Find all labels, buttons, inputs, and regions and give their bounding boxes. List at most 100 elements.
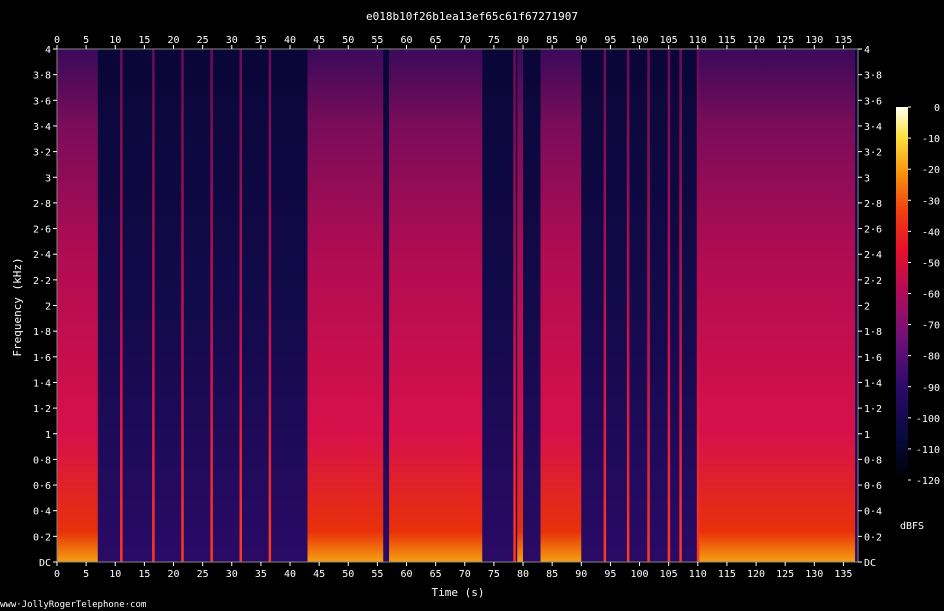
y-tick-label-right: 4 bbox=[864, 45, 870, 56]
colorbar-tick-label: -70 bbox=[922, 321, 940, 332]
y-tick-label-right: 1 bbox=[864, 430, 870, 441]
y-tick-label-left: 3·6 bbox=[33, 96, 51, 107]
transient-line bbox=[152, 49, 155, 562]
x-tick-label-top: 50 bbox=[342, 35, 354, 46]
x-tick-label-top: 75 bbox=[488, 35, 500, 46]
transient-line bbox=[667, 49, 671, 562]
x-tick-label-bottom: 75 bbox=[488, 569, 500, 580]
y-tick-label-left: 1·8 bbox=[33, 327, 51, 338]
transient-line bbox=[268, 49, 272, 562]
y-tick-label-left: 3·4 bbox=[33, 122, 51, 133]
x-tick-label-top: 55 bbox=[371, 35, 383, 46]
colorbar-tick-label: -100 bbox=[916, 414, 940, 425]
transient-line bbox=[239, 49, 243, 562]
x-tick-label-bottom: 30 bbox=[226, 569, 238, 580]
x-tick-label-top: 65 bbox=[430, 35, 442, 46]
y-tick-label-right: 1·2 bbox=[864, 404, 882, 415]
y-tick-label-left: 2·8 bbox=[33, 199, 51, 210]
y-tick-label-right: DC bbox=[864, 558, 876, 569]
y-tick-label-right: 0·4 bbox=[864, 507, 882, 518]
colorbar-tick-label: 0 bbox=[934, 103, 940, 114]
x-tick-label-bottom: 115 bbox=[718, 569, 736, 580]
x-tick-label-bottom: 130 bbox=[805, 569, 823, 580]
x-tick-label-top: 100 bbox=[631, 35, 649, 46]
colorbar-tick-label: -80 bbox=[922, 352, 940, 363]
x-tick-label-top: 35 bbox=[255, 35, 267, 46]
y-tick-label-left: 2·2 bbox=[33, 276, 51, 287]
x-tick-label-top: 70 bbox=[459, 35, 471, 46]
y-tick-label-left: DC bbox=[39, 558, 51, 569]
x-tick-label-bottom: 65 bbox=[430, 569, 442, 580]
x-tick-label-bottom: 95 bbox=[604, 569, 616, 580]
y-tick-label-left: 3·2 bbox=[33, 148, 51, 159]
x-tick-label-top: 130 bbox=[805, 35, 823, 46]
y-tick-label-right: 3·2 bbox=[864, 148, 882, 159]
colorbar-gradient bbox=[896, 107, 908, 480]
y-axis-left: DC 0·2 0·4 0·6 0·8 1 1·2 1·4 1·6 1·8 2 2·2 2·4 2·6 2·8… bbox=[33, 45, 57, 569]
x-tick-label-top: 115 bbox=[718, 35, 736, 46]
chart-title: e018b10f26b1ea13ef65c61f67271907 bbox=[366, 10, 578, 23]
y-tick-label-left: 2 bbox=[45, 302, 51, 313]
x-tick-label-top: 40 bbox=[284, 35, 296, 46]
signal-segment bbox=[517, 49, 524, 562]
colorbar-tick-label: -20 bbox=[922, 165, 940, 176]
x-tick-label-bottom: 110 bbox=[689, 569, 707, 580]
x-tick-label-top: 135 bbox=[834, 35, 852, 46]
x-tick-label-bottom: 10 bbox=[109, 569, 121, 580]
transient-line bbox=[513, 49, 516, 562]
x-tick-label-bottom: 25 bbox=[197, 569, 209, 580]
y-tick-label-right: 2·4 bbox=[864, 250, 882, 261]
signal-segment bbox=[57, 49, 98, 562]
y-tick-label-right: 0·2 bbox=[864, 532, 882, 543]
x-tick-label-bottom: 100 bbox=[631, 569, 649, 580]
transient-line bbox=[679, 49, 682, 562]
y-tick-label-left: 0·2 bbox=[33, 532, 51, 543]
x-tick-label-bottom: 120 bbox=[747, 569, 765, 580]
x-tick-label-bottom: 80 bbox=[517, 569, 529, 580]
x-tick-label-top: 125 bbox=[776, 35, 794, 46]
y-tick-label-left: 2·6 bbox=[33, 225, 51, 236]
y-axis-right: DC 0·2 0·4 0·6 0·8 1 1·2 1·4 1·6 1·8 2 2·2 2·4 2·6 2·8… bbox=[858, 45, 882, 569]
x-tick-label-bottom: 20 bbox=[167, 569, 179, 580]
y-tick-label-right: 3·4 bbox=[864, 122, 882, 133]
x-tick-label-top: 45 bbox=[313, 35, 325, 46]
x-tick-label-bottom: 40 bbox=[284, 569, 296, 580]
x-axis-label: Time (s) bbox=[432, 586, 485, 599]
y-tick-label-left: 1·6 bbox=[33, 353, 51, 364]
colorbar: 0 -10 -20 -30 -40 -50 -60 -70 -80 -90 -100 -110 -120 bbox=[896, 103, 940, 487]
y-tick-label-left: 3·8 bbox=[33, 71, 51, 82]
x-tick-label-bottom: 5 bbox=[83, 569, 89, 580]
transient-line bbox=[647, 49, 650, 562]
transient-line bbox=[210, 49, 213, 562]
x-tick-label-bottom: 35 bbox=[255, 569, 267, 580]
y-tick-label-left: 1·4 bbox=[33, 378, 51, 389]
colorbar-tick-label: -40 bbox=[922, 227, 940, 238]
plot-area bbox=[56, 48, 859, 563]
signal-segment bbox=[697, 49, 856, 562]
x-tick-label-bottom: 15 bbox=[138, 569, 150, 580]
signal-segment bbox=[389, 49, 483, 562]
y-tick-label-right: 2·6 bbox=[864, 225, 882, 236]
transient-line bbox=[626, 49, 630, 562]
x-tick-label-top: 105 bbox=[660, 35, 678, 46]
signal-segment bbox=[307, 49, 384, 562]
x-tick-label-top: 10 bbox=[109, 35, 121, 46]
x-tick-label-top: 120 bbox=[747, 35, 765, 46]
colorbar-tick-label: -110 bbox=[916, 445, 940, 456]
y-tick-label-right: 3 bbox=[864, 173, 870, 184]
y-tick-label-left: 3 bbox=[45, 173, 51, 184]
x-tick-label-top: 80 bbox=[517, 35, 529, 46]
y-tick-label-right: 1·4 bbox=[864, 378, 882, 389]
y-tick-label-right: 2·2 bbox=[864, 276, 882, 287]
x-tick-label-top: 25 bbox=[197, 35, 209, 46]
x-tick-label-top: 85 bbox=[546, 35, 558, 46]
spectrogram-chart: e018b10f26b1ea13ef65c61f67271907 0 5 10 15 2… bbox=[0, 10, 940, 610]
x-tick-label-bottom: 105 bbox=[660, 569, 678, 580]
x-tick-label-bottom: 70 bbox=[459, 569, 471, 580]
y-tick-label-left: 1 bbox=[45, 430, 51, 441]
y-tick-label-right: 2·8 bbox=[864, 199, 882, 210]
colorbar-tick-label: -60 bbox=[922, 290, 940, 301]
transient-line bbox=[120, 49, 123, 562]
y-tick-label-left: 4 bbox=[45, 45, 51, 56]
x-tick-label-bottom: 55 bbox=[371, 569, 383, 580]
